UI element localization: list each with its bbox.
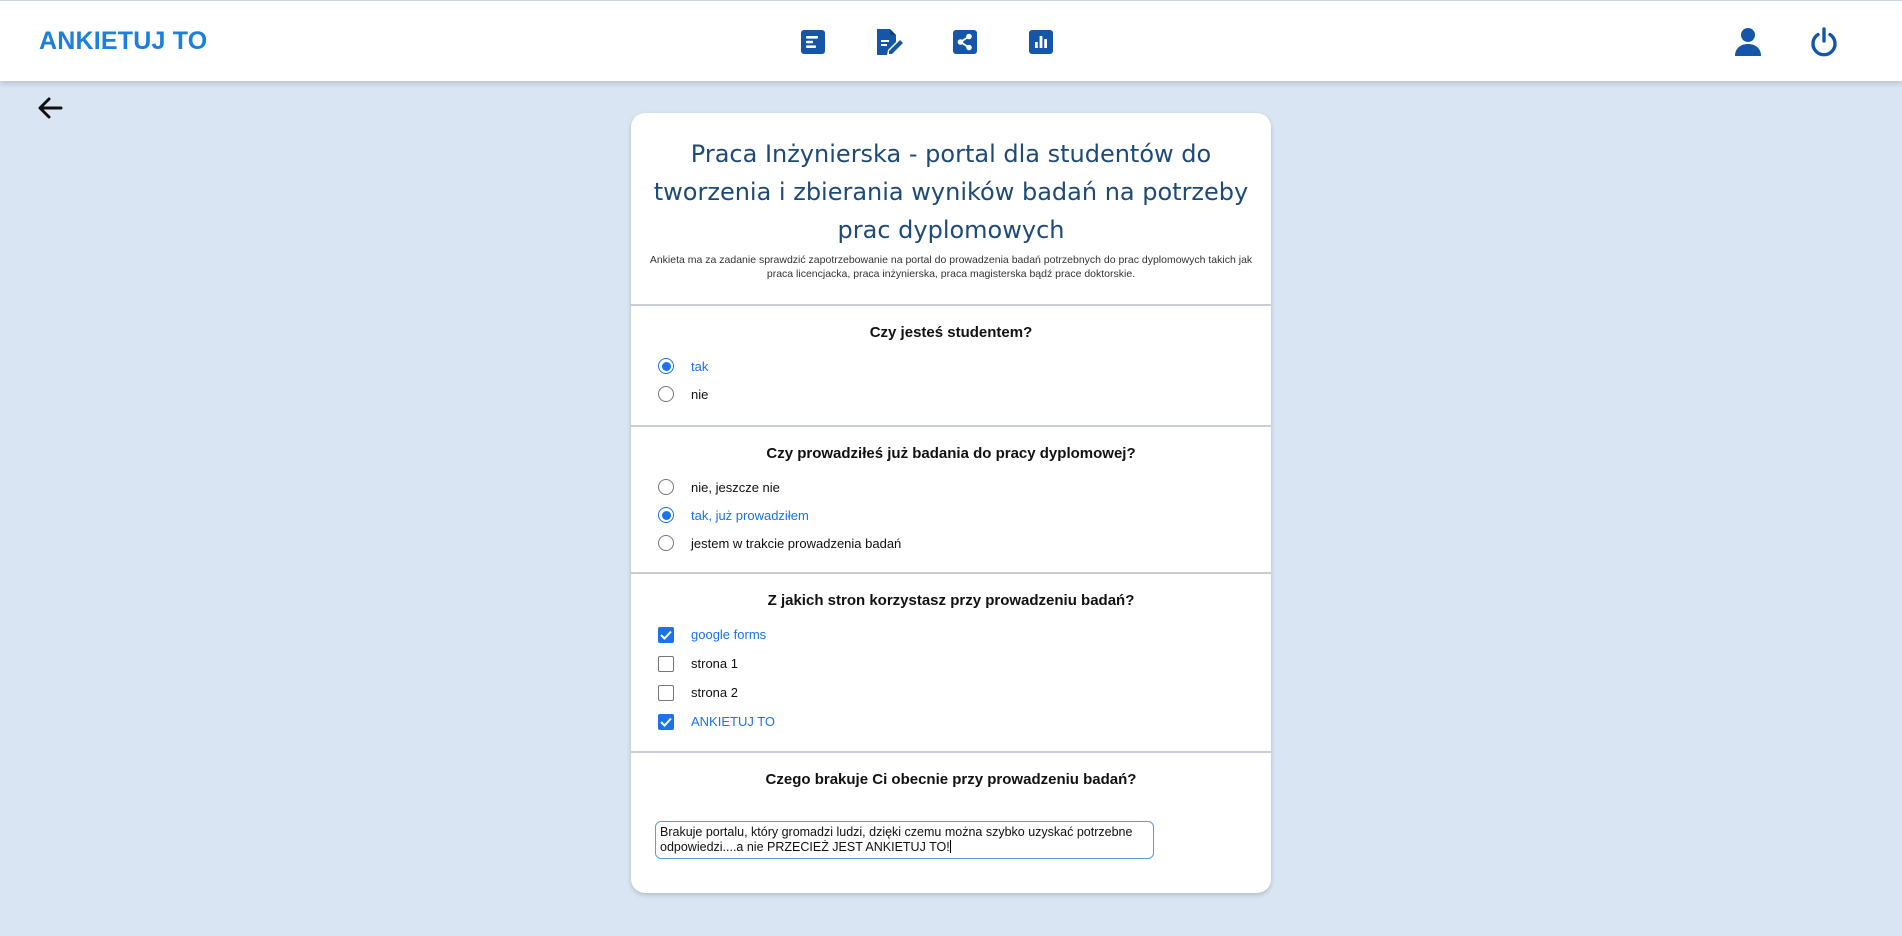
option-nie[interactable]: nie	[631, 380, 1271, 408]
radio-unselected[interactable]	[658, 386, 674, 402]
power-icon[interactable]	[1807, 25, 1841, 59]
share-icon[interactable]	[948, 25, 982, 59]
question-3: Z jakich stron korzystasz przy prowadzen…	[631, 574, 1271, 753]
question-title: Czego brakuje Ci obecnie przy prowadzeni…	[765, 771, 1137, 788]
option-w-trakcie[interactable]: jestem w trakcie prowadzenia badań	[631, 529, 1271, 557]
option-label: tak	[691, 358, 709, 374]
option-label: ANKIETUJ TO	[691, 714, 776, 729]
user-icon[interactable]	[1731, 25, 1765, 59]
top-navbar: ANKIETUJ TO	[0, 0, 1902, 81]
option-nie-jeszcze-nie[interactable]: nie, jeszcze nie	[631, 473, 1271, 501]
option-label: nie	[691, 386, 709, 402]
option-strona-1[interactable]: strona 1	[631, 649, 1271, 678]
survey-header: Praca Inżynierska - portal dla studentów…	[631, 113, 1271, 306]
survey-title: Praca Inżynierska - portal dla studentów…	[653, 140, 1249, 244]
survey-list-icon[interactable]	[796, 25, 830, 59]
option-ankietuj-to[interactable]: ANKIETUJ TO	[631, 707, 1271, 736]
answer-text: Brakuje portalu, który gromadzi ludzi, d…	[660, 825, 1133, 854]
back-arrow-icon[interactable]	[36, 96, 66, 122]
option-label: strona 2	[691, 685, 738, 700]
question-4: Czego brakuje Ci obecnie przy prowadzeni…	[631, 753, 1271, 893]
option-tak[interactable]: tak	[631, 352, 1271, 380]
answer-textarea[interactable]: Brakuje portalu, który gromadzi ludzi, d…	[655, 821, 1154, 859]
option-label: tak, już prowadziłem	[691, 507, 809, 523]
edit-survey-icon[interactable]	[872, 25, 906, 59]
question-title: Czy prowadziłeś już badania do pracy dyp…	[766, 445, 1136, 462]
radio-unselected[interactable]	[658, 479, 674, 495]
survey-card: Praca Inżynierska - portal dla studentów…	[631, 113, 1271, 893]
question-2: Czy prowadziłeś już badania do pracy dyp…	[631, 427, 1271, 574]
question-title: Z jakich stron korzystasz przy prowadzen…	[767, 592, 1135, 609]
radio-selected[interactable]	[658, 358, 674, 374]
checkbox-checked[interactable]	[658, 713, 674, 730]
checkbox-unchecked[interactable]	[658, 655, 674, 672]
option-google-forms[interactable]: google forms	[631, 620, 1271, 649]
option-label: google forms	[691, 627, 767, 642]
option-tak-juz-prowadzilem[interactable]: tak, już prowadziłem	[631, 501, 1271, 529]
statistics-icon[interactable]	[1024, 25, 1058, 59]
brand-logo[interactable]: ANKIETUJ TO	[39, 27, 207, 56]
option-label: strona 1	[691, 656, 738, 671]
checkbox-unchecked[interactable]	[658, 684, 674, 701]
survey-description: Ankieta ma za zadanie sprawdzić zapotrze…	[649, 254, 1253, 280]
radio-selected[interactable]	[658, 507, 674, 523]
checkbox-checked[interactable]	[658, 626, 674, 643]
text-caret	[949, 840, 951, 853]
option-label: jestem w trakcie prowadzenia badań	[691, 535, 902, 551]
option-strona-2[interactable]: strona 2	[631, 678, 1271, 707]
question-1: Czy jesteś studentem? tak nie	[631, 306, 1271, 427]
option-label: nie, jeszcze nie	[691, 479, 780, 495]
radio-unselected[interactable]	[658, 535, 674, 551]
question-title: Czy jesteś studentem?	[869, 324, 1033, 341]
